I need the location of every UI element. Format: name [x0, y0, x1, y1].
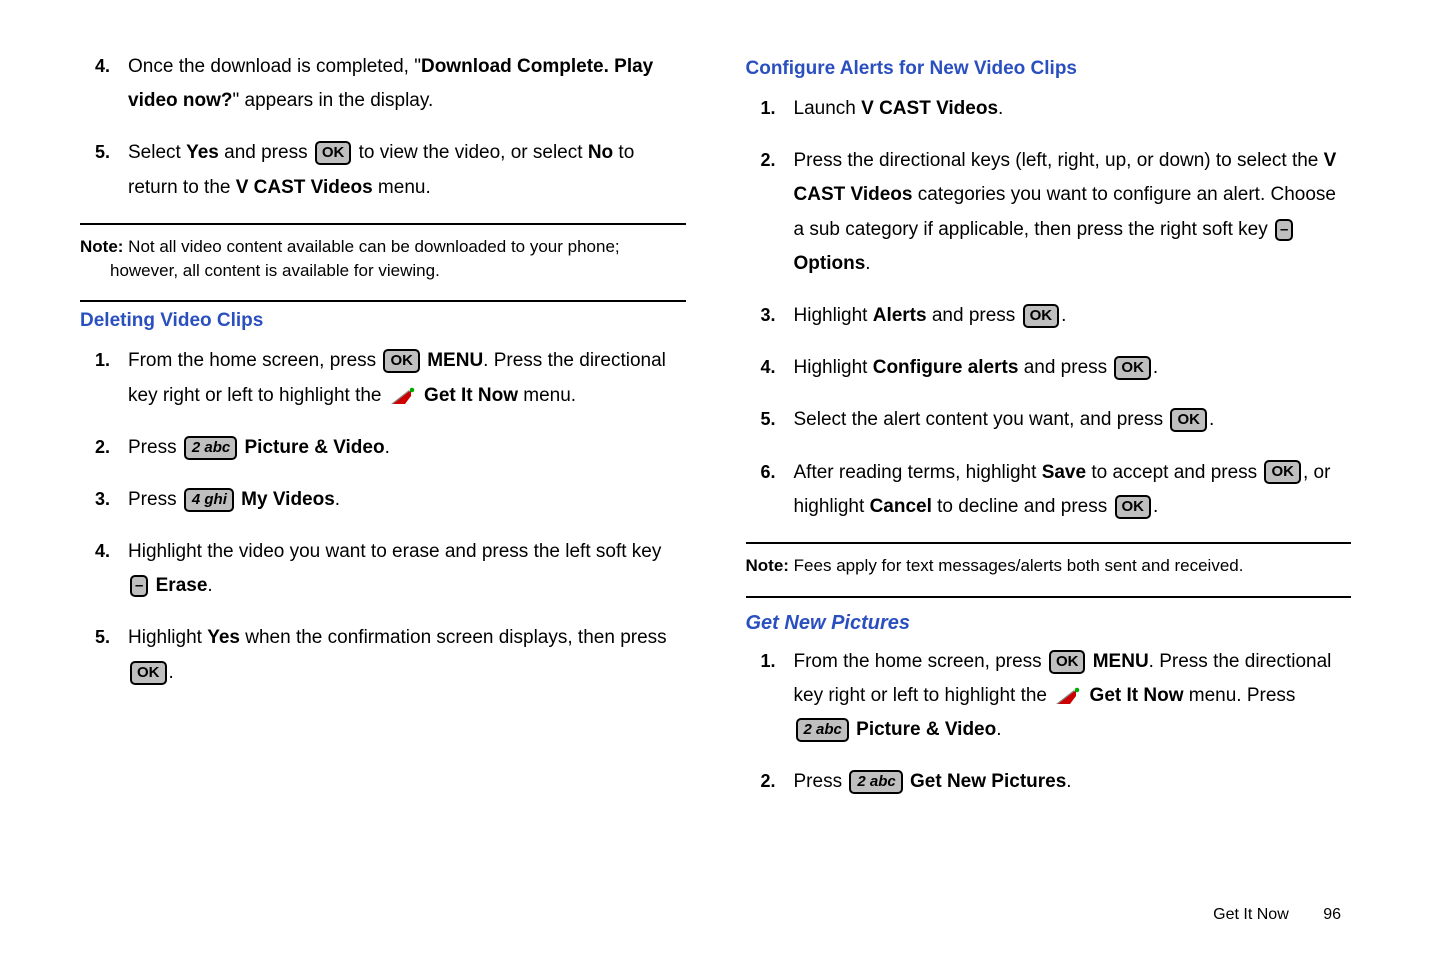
step-number: 4. — [746, 351, 776, 383]
download-steps-continued: 4. Once the download is completed, "Down… — [80, 50, 686, 205]
heading-deleting-video-clips: Deleting Video Clips — [80, 310, 686, 332]
step-1: 1. Launch V CAST Videos. — [794, 92, 1352, 126]
ok-key-icon: OK — [1049, 650, 1086, 674]
step-text: Press 2 abc Get New Pictures. — [794, 771, 1072, 792]
ok-key-icon: OK — [1170, 408, 1207, 432]
step-4: 4. Highlight the video you want to erase… — [128, 535, 686, 603]
right-column: Configure Alerts for New Video Clips 1. … — [746, 50, 1352, 817]
step-2: 2. Press 2 abc Picture & Video. — [128, 431, 686, 465]
keypad-2-icon: 2 abc — [184, 436, 237, 460]
ok-key-icon: OK — [383, 349, 420, 373]
step-number: 2. — [80, 431, 110, 463]
step-5: 5. Highlight Yes when the confirmation s… — [128, 621, 686, 689]
footer-section: Get It Now — [1213, 906, 1289, 923]
step-number: 4. — [80, 50, 110, 82]
note-label: Note: — [80, 237, 123, 256]
step-number: 4. — [80, 535, 110, 567]
softkey-dash-icon: – — [130, 575, 148, 597]
step-text: From the home screen, press OK MENU. Pre… — [794, 651, 1332, 740]
step-6: 6. After reading terms, highlight Save t… — [794, 456, 1352, 524]
step-2: 2. Press 2 abc Get New Pictures. — [794, 765, 1352, 799]
keypad-4-icon: 4 ghi — [184, 488, 234, 512]
step-text: Select the alert content you want, and p… — [794, 409, 1215, 430]
divider — [746, 596, 1352, 598]
keypad-2-icon: 2 abc — [849, 770, 902, 794]
step-number: 5. — [80, 136, 110, 168]
ok-key-icon: OK — [130, 661, 167, 685]
step-5: 5. Select the alert content you want, an… — [794, 403, 1352, 437]
step-number: 5. — [746, 403, 776, 435]
divider — [80, 223, 686, 225]
step-3: 3. Highlight Alerts and press OK. — [794, 299, 1352, 333]
step-number: 1. — [746, 645, 776, 677]
step-text: Once the download is completed, "Downloa… — [128, 56, 653, 111]
step-number: 1. — [80, 344, 110, 376]
step-5: 5. Select Yes and press OK to view the v… — [128, 136, 686, 204]
step-text: Launch V CAST Videos. — [794, 98, 1004, 119]
step-text: Press the directional keys (left, right,… — [794, 150, 1337, 274]
step-text: From the home screen, press OK MENU. Pre… — [128, 350, 666, 405]
step-number: 2. — [746, 144, 776, 176]
ok-key-icon: OK — [1115, 495, 1152, 519]
step-number: 3. — [80, 483, 110, 515]
ok-key-icon: OK — [315, 141, 352, 165]
note-text-line2: however, all content is available for vi… — [80, 259, 686, 283]
ok-key-icon: OK — [1264, 460, 1301, 484]
note-text: Fees apply for text messages/alerts both… — [789, 556, 1244, 575]
two-column-layout: 4. Once the download is completed, "Down… — [80, 50, 1351, 817]
note-label: Note: — [746, 556, 789, 575]
step-3: 3. Press 4 ghi My Videos. — [128, 483, 686, 517]
configure-alerts-steps: 1. Launch V CAST Videos. 2. Press the di… — [746, 92, 1352, 524]
step-number: 3. — [746, 299, 776, 331]
softkey-dash-icon: – — [1275, 219, 1293, 241]
ok-key-icon: OK — [1114, 356, 1151, 380]
step-text: Highlight Configure alerts and press OK. — [794, 357, 1159, 378]
step-text: After reading terms, highlight Save to a… — [794, 462, 1331, 517]
get-it-now-arrow-icon — [1054, 686, 1082, 706]
heading-get-new-pictures: Get New Pictures — [746, 612, 1352, 635]
deleting-steps: 1. From the home screen, press OK MENU. … — [80, 344, 686, 690]
step-4: 4. Highlight Configure alerts and press … — [794, 351, 1352, 385]
step-number: 2. — [746, 765, 776, 797]
get-it-now-arrow-icon — [389, 386, 417, 406]
left-column: 4. Once the download is completed, "Down… — [80, 50, 686, 817]
step-2: 2. Press the directional keys (left, rig… — [794, 144, 1352, 281]
footer-page-number: 96 — [1323, 906, 1341, 923]
heading-configure-alerts: Configure Alerts for New Video Clips — [746, 58, 1352, 80]
note-box: Note: Fees apply for text messages/alert… — [746, 552, 1352, 580]
step-4: 4. Once the download is completed, "Down… — [128, 50, 686, 118]
note-box: Note: Not all video content available ca… — [80, 233, 686, 285]
step-text: Highlight the video you want to erase an… — [128, 541, 661, 596]
step-text: Select Yes and press OK to view the vide… — [128, 142, 634, 197]
step-number: 1. — [746, 92, 776, 124]
step-text: Press 4 ghi My Videos. — [128, 489, 340, 510]
get-new-pictures-steps: 1. From the home screen, press OK MENU. … — [746, 645, 1352, 800]
divider — [80, 300, 686, 302]
ok-key-icon: OK — [1023, 304, 1060, 328]
keypad-2-icon: 2 abc — [796, 718, 849, 742]
step-1: 1. From the home screen, press OK MENU. … — [128, 344, 686, 412]
step-number: 5. — [80, 621, 110, 653]
step-text: Highlight Alerts and press OK. — [794, 305, 1067, 326]
step-1: 1. From the home screen, press OK MENU. … — [794, 645, 1352, 748]
divider — [746, 542, 1352, 544]
step-text: Highlight Yes when the confirmation scre… — [128, 627, 667, 682]
page-footer: Get It Now 96 — [1213, 906, 1341, 924]
step-text: Press 2 abc Picture & Video. — [128, 437, 390, 458]
step-number: 6. — [746, 456, 776, 488]
note-text: Not all video content available can be d… — [123, 237, 619, 256]
